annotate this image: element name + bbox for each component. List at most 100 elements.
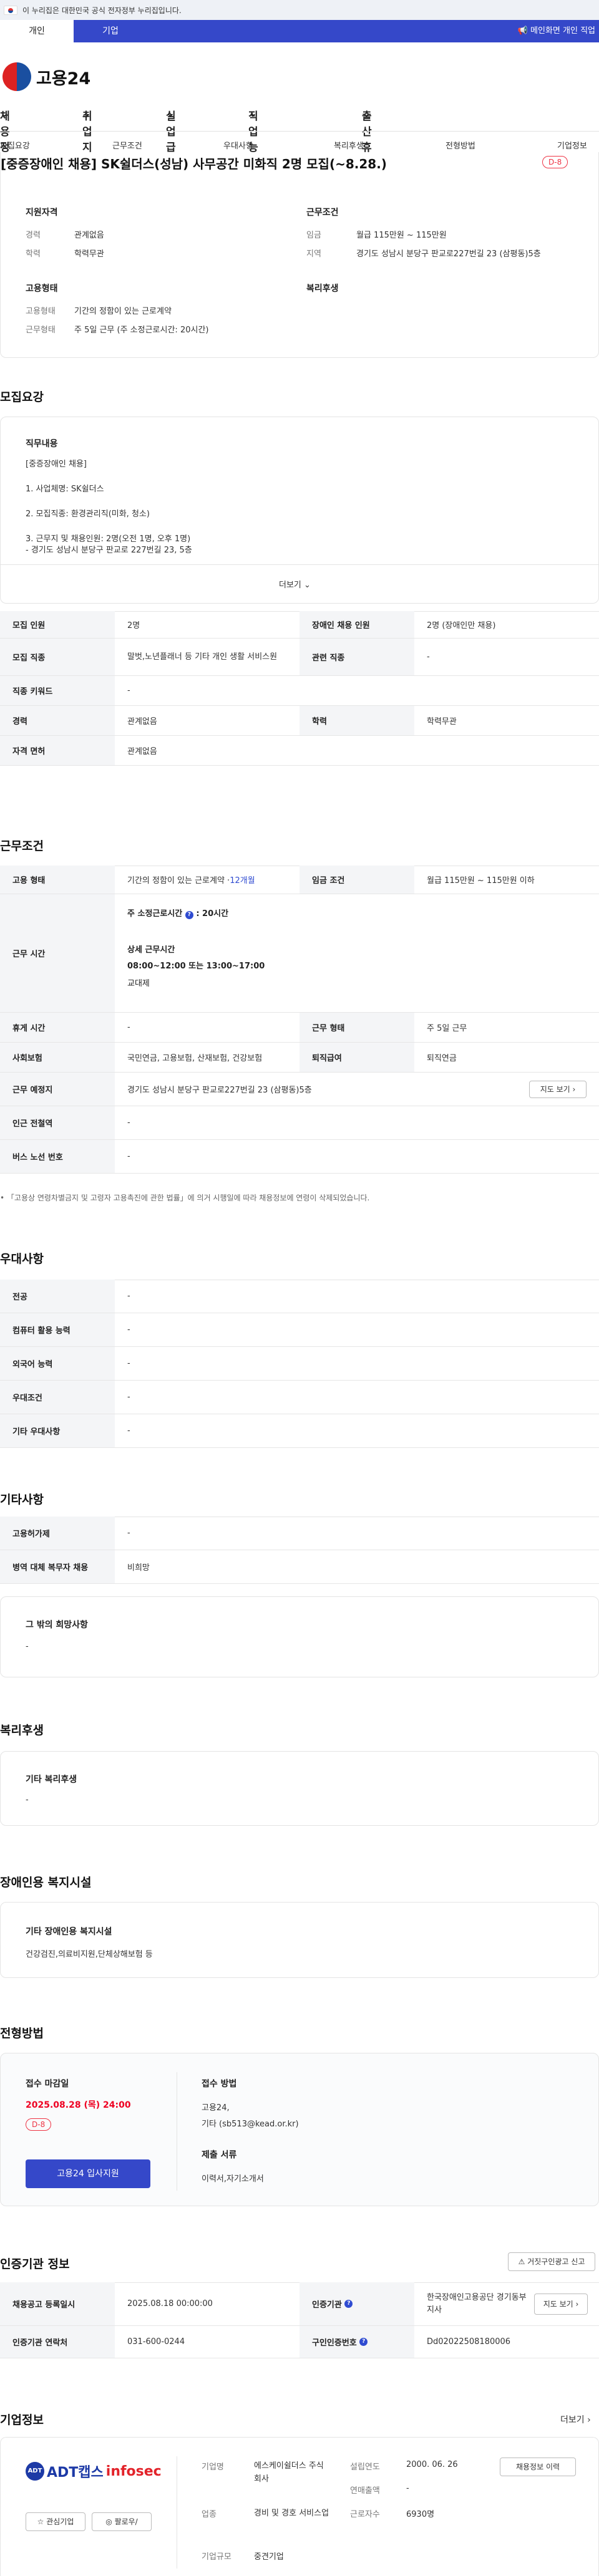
follow-button[interactable]: ◎ 팔로우/	[92, 2512, 152, 2531]
map-button-label: 지도 보기	[540, 1085, 570, 1094]
subnav-welfare[interactable]: 복리후생	[334, 139, 364, 151]
career-value: 관계없음	[74, 231, 104, 240]
subnav-preference[interactable]: 우대사항	[223, 139, 253, 151]
founded-label: 설립연도	[350, 2463, 380, 2472]
apply-button[interactable]: 고용24 입사지원	[26, 2159, 150, 2188]
row-label: 기타 우대사항	[0, 1414, 115, 1447]
info-icon[interactable]: ?	[185, 911, 193, 919]
wage-value: 월급 115만원 ~ 115만원	[356, 231, 447, 240]
table-row: 우대조건 -	[0, 1381, 599, 1414]
subnav-selection[interactable]: 전형방법	[446, 139, 475, 151]
etc-title: 그 밖의 희망사항	[26, 1620, 88, 1630]
row-label: 근무 시간	[0, 894, 115, 1012]
row-value: 학력무관	[427, 717, 457, 726]
method-line: 기타 (sb513@kead.or.kr)	[202, 2120, 299, 2129]
row-label: 병역 대체 복무자 채용	[0, 1550, 115, 1583]
more-button[interactable]: 더보기 ⌄	[279, 578, 311, 590]
others-section-title: 기타사항	[0, 1493, 44, 1507]
subnav-company[interactable]: 기업정보	[557, 139, 587, 151]
table-row: 사회보험 국민연금, 고용보험, 산재보험, 건강보험 퇴직급여 퇴직연금	[0, 1043, 599, 1073]
table-row: 인근 전철역 -	[0, 1106, 599, 1140]
main-screen-label: 메인화면 개인 직업	[530, 26, 595, 36]
revenue-value: -	[406, 2484, 409, 2493]
company-name-value: 에스케이쉴더스 주식회사	[254, 2461, 324, 2484]
weekly-hours-label: 주 소정근로시간	[127, 909, 183, 919]
row-label: 구인인증번호 ?	[300, 2326, 414, 2358]
row-label: 외국어 능력	[0, 1347, 115, 1380]
row-label: 모집 인원	[0, 611, 115, 638]
subnav-recruit[interactable]: 모집요강	[0, 139, 30, 151]
age-notice: • 「고용상 연령차별금지 및 고령자 고용촉진에 관한 법률」에 의거 시행일…	[0, 1194, 370, 1202]
welfare-card: 기타 복리후생 -	[0, 1751, 599, 1826]
etc-card: 그 밖의 희망사항 -	[0, 1596, 599, 1677]
company-section-title: 기업정보	[0, 2413, 44, 2427]
company-name-label: 기업명	[202, 2463, 224, 2472]
row-value: 주 5일 근무	[427, 1024, 467, 1033]
logo-text: 고용24	[36, 69, 91, 89]
selection-section-title: 전형방법	[0, 2027, 44, 2040]
row-value: -	[127, 1023, 130, 1032]
d-day-badge: D-8	[542, 156, 568, 168]
tab-company[interactable]: 기업	[74, 20, 147, 42]
company-more-link[interactable]: 더보기 ›	[560, 2413, 591, 2426]
row-label: 경력	[0, 706, 115, 735]
row-label: 직종 키워드	[0, 676, 115, 705]
weekly-hours: 주 소정근로시간 ? : 20시간	[127, 907, 228, 919]
welfare-summary-title: 복리후생	[306, 284, 339, 294]
row-value: -	[127, 1359, 130, 1368]
row-label: 휴게 시간	[0, 1013, 115, 1042]
site-logo[interactable]: 고용24	[2, 62, 90, 91]
info-icon[interactable]: ?	[344, 2300, 353, 2308]
chevron-down-icon: ⌄	[362, 107, 371, 120]
table-row: 고용 형태 기간의 정함이 있는 근로계약 · 12개월 임금 조건 월급 11…	[0, 866, 599, 894]
education-value: 학력무관	[74, 249, 104, 259]
more-label: 더보기	[279, 581, 301, 590]
employment-type-label: 고용형태	[26, 307, 56, 316]
etc-value: -	[26, 1642, 29, 1651]
subnav-conditions[interactable]: 근무조건	[112, 139, 142, 151]
row-value: 관계없음	[127, 747, 157, 756]
map-button[interactable]: 지도 보기 ›	[529, 1081, 587, 1098]
chevron-down-icon: ⌄	[166, 107, 175, 120]
row-label: 임금 조건	[300, 866, 414, 894]
cert-label: 구인인증번호	[312, 2338, 357, 2348]
map-button-label: 지도 보기	[543, 2300, 573, 2308]
company-logo-text: ADT캡스	[47, 2465, 104, 2481]
info-icon[interactable]: ?	[359, 2338, 368, 2346]
job-history-button[interactable]: 채용정보 이력	[500, 2458, 576, 2476]
adt-emblem-icon: ADT	[26, 2462, 44, 2481]
row-value: -	[127, 1152, 130, 1161]
selection-card: 접수 마감일 2025.08.28 (목) 24:00 D-8 고용24 입사지…	[0, 2053, 599, 2206]
tab-personal[interactable]: 개인	[0, 20, 74, 42]
row-value: 월급 115만원 ~ 115만원 이하	[427, 876, 535, 885]
row-value: -	[127, 1118, 130, 1127]
row-label: 근무 예정지	[0, 1073, 115, 1106]
favorite-company-button[interactable]: ☆ 관심기업	[26, 2512, 85, 2531]
agency-section-title: 인증기관 정보	[0, 2257, 70, 2271]
work-form-value: 주 5일 근무 (주 소정근로시간: 20시간)	[74, 326, 209, 335]
chevron-down-icon: ⌄	[82, 107, 92, 120]
row-label: 고용 형태	[0, 866, 115, 894]
agency-map-button[interactable]: 지도 보기 ›	[534, 2294, 588, 2315]
method-title: 접수 방법	[202, 2079, 237, 2089]
chevron-right-icon: ›	[587, 2415, 591, 2425]
table-row: 버스 노선 번호 -	[0, 1140, 599, 1174]
row-value: 국민연금, 고용보험, 산재보험, 건강보험	[127, 1054, 263, 1063]
row-value: 2025.08.18 00:00:00	[127, 2299, 213, 2308]
industry-label: 업종	[202, 2510, 217, 2519]
chevron-down-icon: ⌄	[304, 581, 311, 590]
row-value: -	[127, 686, 130, 695]
welfare-value: -	[26, 1795, 29, 1805]
row-label: 고용허가제	[0, 1517, 115, 1550]
main-screen-link[interactable]: 📢 메인화면 개인 직업	[518, 20, 595, 42]
table-row: 휴게 시간 - 근무 형태 주 5일 근무	[0, 1013, 599, 1043]
table-row: 전공 -	[0, 1280, 599, 1313]
row-value: 관계없음	[127, 717, 157, 726]
row-value: 2명 (장애인만 채용)	[427, 621, 496, 630]
career-label: 경력	[26, 231, 41, 240]
weekly-hours-value: : 20시간	[196, 909, 229, 919]
row-value: 퇴직연금	[427, 1054, 457, 1063]
row-label: 관련 직종	[300, 639, 414, 675]
row-label: 인증기관 연락처	[0, 2326, 115, 2358]
report-fake-ad-button[interactable]: ⚠ 거짓구인광고 신고	[508, 2252, 595, 2271]
